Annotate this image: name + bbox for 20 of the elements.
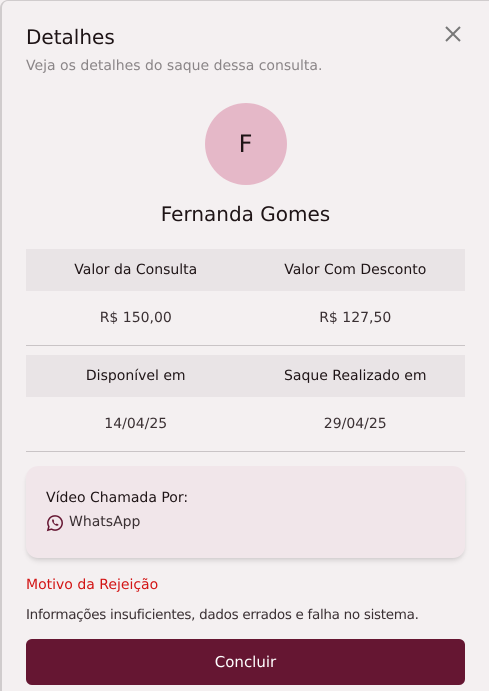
column-header: Saque Realizado em [283,366,428,386]
table-cell-text: 29/04/25 [322,414,388,434]
avatar: F [204,103,286,185]
close-button[interactable] [443,24,463,44]
video-call-label: Vídeo Chamada Por: [46,489,190,508]
conclude-button[interactable]: Concluir [26,639,465,686]
rejection-reason: Informações insuficientes, dados errados e falha no sistema. [26,606,420,625]
column-header: Valor da Consulta [73,260,198,280]
column-header: Disponível em [84,366,187,386]
table-cell-text: 14/04/25 [103,414,168,434]
table-cell-text: R$ 150,00 [98,308,173,328]
close-icon [444,25,462,43]
rejection-title: Motivo da Rejeição [26,576,160,595]
dialog-subtitle: Veja os detalhes do saque dessa consulta. [26,57,324,76]
whatsapp-icon [46,514,64,532]
person-name: Fernanda Gomes [160,201,330,228]
dialog-title: Detalhes [26,24,115,51]
video-call-app: WhatsApp [69,513,140,532]
column-header: Valor Com Desconto [283,260,428,280]
table-cell-text: R$ 127,50 [318,308,392,328]
